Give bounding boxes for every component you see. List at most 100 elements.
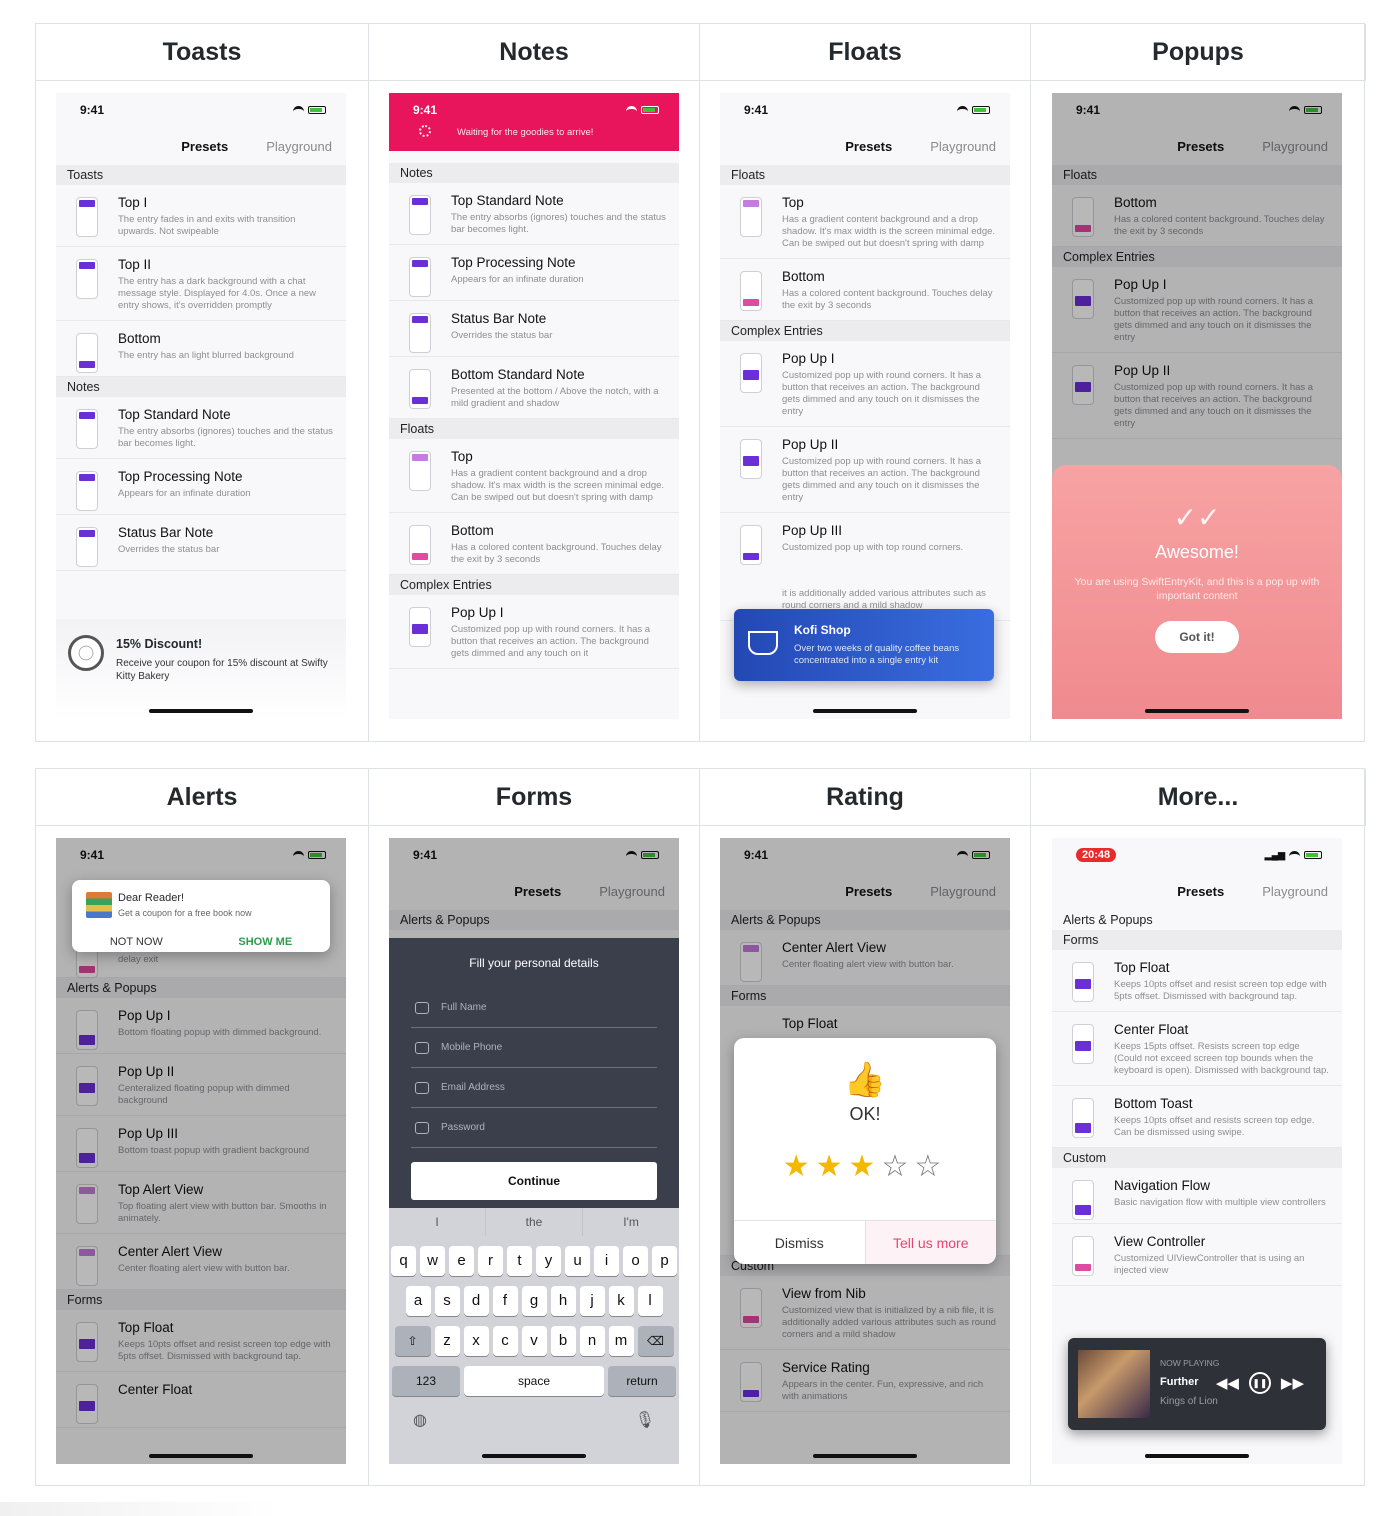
list-item[interactable]: Status Bar Note Overrides the status bar bbox=[56, 515, 346, 571]
numbers-key[interactable]: 123 bbox=[392, 1366, 460, 1396]
shift-key[interactable]: ⇧ bbox=[394, 1326, 431, 1356]
list-item[interactable]: Top Processing Note Appears for an infina… bbox=[56, 459, 346, 515]
key[interactable]: k bbox=[608, 1286, 634, 1316]
list-item[interactable]: Bottom Toast Keeps 10pts offset and resis… bbox=[1052, 1086, 1342, 1148]
microphone-icon[interactable]: 🎙 bbox=[635, 1410, 655, 1430]
list-item[interactable]: Top Has a gradient content background and… bbox=[720, 185, 1010, 259]
show-me-button[interactable]: SHOW ME bbox=[238, 936, 292, 948]
key[interactable]: i bbox=[594, 1246, 619, 1276]
key[interactable]: m bbox=[608, 1326, 634, 1356]
key[interactable]: z bbox=[434, 1326, 460, 1356]
key[interactable]: j bbox=[579, 1286, 605, 1316]
backspace-key[interactable]: ⌫ bbox=[637, 1326, 674, 1356]
mobile-phone-field[interactable]: Mobile Phone bbox=[411, 1028, 657, 1068]
key-row-4: 123 space return bbox=[389, 1366, 679, 1396]
header-more: More... bbox=[1031, 769, 1366, 826]
key[interactable]: n bbox=[579, 1326, 605, 1356]
key[interactable]: a bbox=[405, 1286, 431, 1316]
tell-us-more-button[interactable]: Tell us more bbox=[865, 1221, 996, 1264]
section-header: Floats bbox=[720, 165, 1010, 185]
list-item[interactable]: Top Standard Note The entry absorbs (igno… bbox=[56, 397, 346, 459]
email-field[interactable]: Email Address bbox=[411, 1068, 657, 1108]
pause-icon[interactable]: ❚❚ bbox=[1248, 1372, 1271, 1394]
tab-playground[interactable]: Playground bbox=[266, 139, 332, 154]
list-item[interactable]: Top Has a gradient content background and… bbox=[389, 439, 679, 513]
key[interactable]: r bbox=[478, 1246, 503, 1276]
suggestion[interactable]: the bbox=[486, 1208, 583, 1236]
key[interactable]: h bbox=[550, 1286, 576, 1316]
tab-presets[interactable]: Presets bbox=[1177, 884, 1224, 899]
list-item[interactable]: Pop Up I Customized pop up with round cor… bbox=[389, 595, 679, 669]
key[interactable]: s bbox=[434, 1286, 460, 1316]
full-name-field[interactable]: Full Name bbox=[411, 988, 657, 1028]
key[interactable]: x bbox=[463, 1326, 489, 1356]
password-field[interactable]: Password bbox=[411, 1108, 657, 1148]
phone-preview-icon bbox=[1072, 1180, 1094, 1220]
discount-toast[interactable]: 15% Discount! Receive your coupon for 15… bbox=[56, 619, 346, 719]
tab-presets[interactable]: Presets bbox=[845, 139, 892, 154]
list-item[interactable]: Top Standard Note The entry absorbs (igno… bbox=[389, 183, 679, 245]
phone-preview-icon bbox=[409, 607, 431, 647]
key[interactable]: t bbox=[507, 1246, 532, 1276]
key[interactable]: y bbox=[536, 1246, 561, 1276]
star-icon[interactable]: ★ bbox=[816, 1150, 849, 1183]
tab-playground[interactable]: Playground bbox=[1262, 884, 1328, 899]
status-time: 20:48 bbox=[1076, 848, 1117, 862]
suggestion[interactable]: I bbox=[389, 1208, 486, 1236]
list-item[interactable]: Pop Up III Customized pop up with top rou… bbox=[720, 513, 1010, 621]
list-item[interactable]: Navigation Flow Basic navigation flow wit… bbox=[1052, 1168, 1342, 1224]
item-desc: Customized pop up with round corners. It… bbox=[451, 624, 651, 659]
dismiss-button[interactable]: Dismiss bbox=[734, 1221, 866, 1264]
star-outline-icon[interactable]: ☆ bbox=[881, 1150, 914, 1183]
fast-forward-icon[interactable]: ▶▶ bbox=[1281, 1374, 1304, 1392]
globe-icon[interactable]: ◍ bbox=[413, 1410, 427, 1430]
rating-label: OK! bbox=[849, 1104, 881, 1124]
playback-controls: ◀◀ ❚❚ ▶▶ bbox=[1216, 1372, 1304, 1394]
list-item[interactable]: Top I The entry fades in and exits with t… bbox=[56, 185, 346, 247]
rewind-icon[interactable]: ◀◀ bbox=[1216, 1374, 1239, 1392]
list-item[interactable]: Bottom The entry has an light blurred bac… bbox=[56, 321, 346, 377]
list-item[interactable]: Pop Up II Customized pop up with round co… bbox=[720, 427, 1010, 513]
key[interactable]: l bbox=[637, 1286, 663, 1316]
list-item[interactable]: Top II The entry has a dark background wi… bbox=[56, 247, 346, 321]
tab-presets[interactable]: Presets bbox=[181, 139, 228, 154]
key[interactable]: e bbox=[449, 1246, 474, 1276]
kofi-float[interactable]: Kofi Shop Over two weeks of quality coff… bbox=[734, 609, 994, 681]
key[interactable]: c bbox=[492, 1326, 518, 1356]
key[interactable]: q bbox=[391, 1246, 416, 1276]
key[interactable]: w bbox=[420, 1246, 445, 1276]
now-playing-float[interactable]: NOW PLAYING Further Kings of Lion ◀◀ ❚❚ … bbox=[1068, 1338, 1326, 1430]
got-it-button[interactable]: Got it! bbox=[1155, 621, 1239, 653]
battery-icon bbox=[641, 106, 659, 114]
key[interactable]: u bbox=[565, 1246, 590, 1276]
list-item[interactable]: Bottom Has a colored content background. … bbox=[720, 259, 1010, 321]
tab-playground[interactable]: Playground bbox=[930, 139, 996, 154]
list-item[interactable]: View Controller Customized UIViewControll… bbox=[1052, 1224, 1342, 1286]
key[interactable]: f bbox=[492, 1286, 518, 1316]
key[interactable]: o bbox=[623, 1246, 648, 1276]
key[interactable]: v bbox=[521, 1326, 547, 1356]
suggestion[interactable]: I'm bbox=[583, 1208, 679, 1236]
key[interactable]: p bbox=[652, 1246, 677, 1276]
return-key[interactable]: return bbox=[608, 1366, 676, 1396]
list-item[interactable]: Center Float Keeps 15pts offset. Resists … bbox=[1052, 1012, 1342, 1086]
phone-preview-icon bbox=[76, 527, 98, 567]
key[interactable]: g bbox=[521, 1286, 547, 1316]
key[interactable]: d bbox=[463, 1286, 489, 1316]
not-now-button[interactable]: NOT NOW bbox=[110, 936, 163, 948]
list-item[interactable]: Bottom Has a colored content background. … bbox=[389, 513, 679, 575]
list-item[interactable]: Status Bar Note Overrides the status bar bbox=[389, 301, 679, 357]
phone-preview-icon bbox=[409, 313, 431, 353]
continue-button[interactable]: Continue bbox=[411, 1162, 657, 1200]
star-outline-icon[interactable]: ☆ bbox=[914, 1150, 947, 1183]
suggestion-bar: I the I'm bbox=[389, 1208, 679, 1236]
list-item[interactable]: Pop Up I Customized pop up with round cor… bbox=[720, 341, 1010, 427]
list-item[interactable]: Bottom Standard Note Presented at the bot… bbox=[389, 357, 679, 419]
list-item[interactable]: Top Float Keeps 10pts offset and resist s… bbox=[1052, 950, 1342, 1012]
star-icon[interactable]: ★ bbox=[849, 1150, 882, 1183]
list-item[interactable]: Top Processing Note Appears for an infina… bbox=[389, 245, 679, 301]
space-key[interactable]: space bbox=[464, 1366, 604, 1396]
star-icon[interactable]: ★ bbox=[783, 1150, 816, 1183]
status-bar: 9:41 bbox=[720, 93, 1010, 127]
key[interactable]: b bbox=[550, 1326, 576, 1356]
